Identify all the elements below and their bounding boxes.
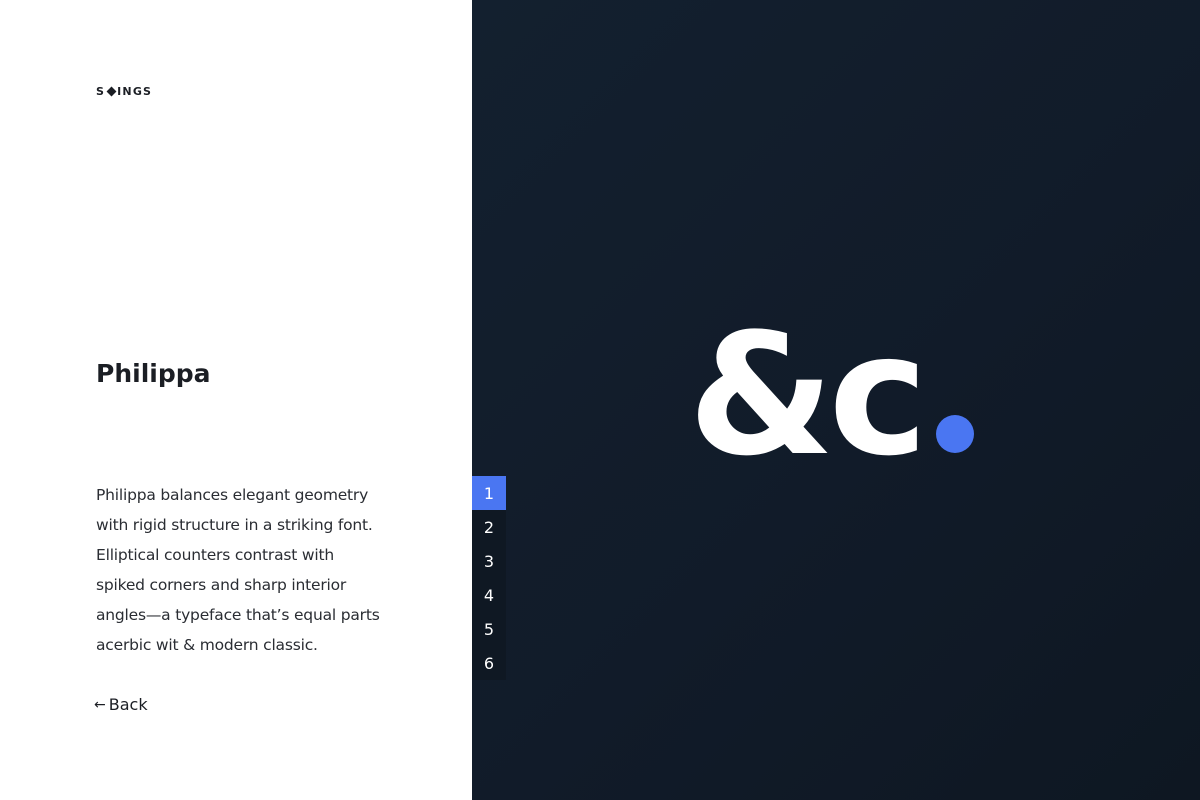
arrow-left-icon: ← [94,697,106,713]
brand-logo[interactable]: S INGS [96,84,152,98]
period-dot [936,415,975,453]
pager-item-1[interactable]: 1 [472,476,506,510]
pager-item-4[interactable]: 4 [472,578,506,612]
font-name-heading: Philippa [96,359,211,388]
back-link[interactable]: ← Back [94,692,148,718]
pager-item-5[interactable]: 5 [472,612,506,646]
glyph-text: &c [688,297,928,493]
back-label: Back [108,695,148,714]
pager-item-2[interactable]: 2 [472,510,506,544]
specimen-panel: &c [472,0,1200,800]
pager-item-6[interactable]: 6 [472,646,506,680]
glyph-specimen: &c [688,297,975,493]
pager-item-3[interactable]: 3 [472,544,506,578]
font-description: Philippa balances elegant geometry with … [96,486,380,654]
info-panel: S INGS Philippa Philippa balances elegan… [0,0,472,800]
specimen-pager: 1 2 3 4 5 6 [472,476,506,680]
diamond-icon [106,86,117,96]
logo-text-start: S [96,84,106,98]
logo-text-end: INGS [117,84,153,98]
